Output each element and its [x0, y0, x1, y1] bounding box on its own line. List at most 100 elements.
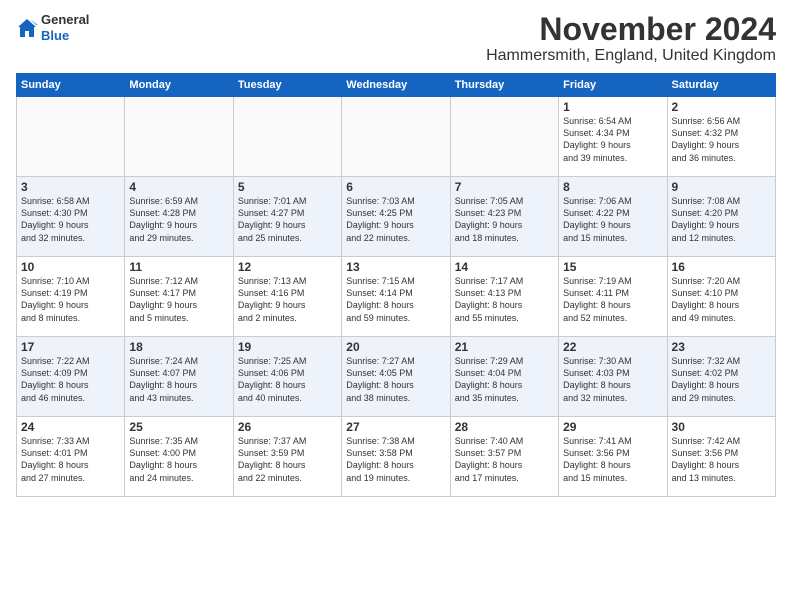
- day-number: 25: [129, 420, 228, 434]
- table-row: 27Sunrise: 7:38 AM Sunset: 3:58 PM Dayli…: [342, 417, 450, 497]
- day-number: 16: [672, 260, 771, 274]
- day-number: 17: [21, 340, 120, 354]
- header-monday: Monday: [125, 74, 233, 97]
- day-info: Sunrise: 7:03 AM Sunset: 4:25 PM Dayligh…: [346, 195, 445, 244]
- table-row: 13Sunrise: 7:15 AM Sunset: 4:14 PM Dayli…: [342, 257, 450, 337]
- logo: General Blue: [16, 12, 89, 43]
- day-number: 18: [129, 340, 228, 354]
- table-row: [125, 97, 233, 177]
- location-title: Hammersmith, England, United Kingdom: [486, 47, 776, 65]
- day-number: 11: [129, 260, 228, 274]
- header-thursday: Thursday: [450, 74, 558, 97]
- day-info: Sunrise: 7:06 AM Sunset: 4:22 PM Dayligh…: [563, 195, 662, 244]
- day-info: Sunrise: 7:30 AM Sunset: 4:03 PM Dayligh…: [563, 355, 662, 404]
- table-row: [342, 97, 450, 177]
- calendar-week-row: 17Sunrise: 7:22 AM Sunset: 4:09 PM Dayli…: [17, 337, 776, 417]
- table-row: 21Sunrise: 7:29 AM Sunset: 4:04 PM Dayli…: [450, 337, 558, 417]
- table-row: 2Sunrise: 6:56 AM Sunset: 4:32 PM Daylig…: [667, 97, 775, 177]
- day-number: 4: [129, 180, 228, 194]
- header: General Blue November 2024 Hammersmith, …: [16, 12, 776, 65]
- day-info: Sunrise: 7:19 AM Sunset: 4:11 PM Dayligh…: [563, 275, 662, 324]
- day-info: Sunrise: 7:38 AM Sunset: 3:58 PM Dayligh…: [346, 435, 445, 484]
- day-info: Sunrise: 7:32 AM Sunset: 4:02 PM Dayligh…: [672, 355, 771, 404]
- day-info: Sunrise: 7:08 AM Sunset: 4:20 PM Dayligh…: [672, 195, 771, 244]
- month-title: November 2024: [486, 12, 776, 47]
- header-saturday: Saturday: [667, 74, 775, 97]
- calendar-week-row: 24Sunrise: 7:33 AM Sunset: 4:01 PM Dayli…: [17, 417, 776, 497]
- table-row: 22Sunrise: 7:30 AM Sunset: 4:03 PM Dayli…: [559, 337, 667, 417]
- table-row: 11Sunrise: 7:12 AM Sunset: 4:17 PM Dayli…: [125, 257, 233, 337]
- table-row: 7Sunrise: 7:05 AM Sunset: 4:23 PM Daylig…: [450, 177, 558, 257]
- day-number: 8: [563, 180, 662, 194]
- day-number: 24: [21, 420, 120, 434]
- header-friday: Friday: [559, 74, 667, 97]
- calendar-week-row: 3Sunrise: 6:58 AM Sunset: 4:30 PM Daylig…: [17, 177, 776, 257]
- table-row: 18Sunrise: 7:24 AM Sunset: 4:07 PM Dayli…: [125, 337, 233, 417]
- table-row: 6Sunrise: 7:03 AM Sunset: 4:25 PM Daylig…: [342, 177, 450, 257]
- day-number: 21: [455, 340, 554, 354]
- day-number: 28: [455, 420, 554, 434]
- day-info: Sunrise: 7:33 AM Sunset: 4:01 PM Dayligh…: [21, 435, 120, 484]
- header-sunday: Sunday: [17, 74, 125, 97]
- day-info: Sunrise: 6:58 AM Sunset: 4:30 PM Dayligh…: [21, 195, 120, 244]
- day-info: Sunrise: 7:20 AM Sunset: 4:10 PM Dayligh…: [672, 275, 771, 324]
- day-info: Sunrise: 7:17 AM Sunset: 4:13 PM Dayligh…: [455, 275, 554, 324]
- day-info: Sunrise: 7:25 AM Sunset: 4:06 PM Dayligh…: [238, 355, 337, 404]
- table-row: 9Sunrise: 7:08 AM Sunset: 4:20 PM Daylig…: [667, 177, 775, 257]
- day-info: Sunrise: 7:42 AM Sunset: 3:56 PM Dayligh…: [672, 435, 771, 484]
- table-row: 10Sunrise: 7:10 AM Sunset: 4:19 PM Dayli…: [17, 257, 125, 337]
- day-info: Sunrise: 7:35 AM Sunset: 4:00 PM Dayligh…: [129, 435, 228, 484]
- table-row: 23Sunrise: 7:32 AM Sunset: 4:02 PM Dayli…: [667, 337, 775, 417]
- day-info: Sunrise: 7:01 AM Sunset: 4:27 PM Dayligh…: [238, 195, 337, 244]
- table-row: 3Sunrise: 6:58 AM Sunset: 4:30 PM Daylig…: [17, 177, 125, 257]
- table-row: 19Sunrise: 7:25 AM Sunset: 4:06 PM Dayli…: [233, 337, 341, 417]
- calendar-week-row: 1Sunrise: 6:54 AM Sunset: 4:34 PM Daylig…: [17, 97, 776, 177]
- calendar-table: Sunday Monday Tuesday Wednesday Thursday…: [16, 73, 776, 497]
- table-row: 30Sunrise: 7:42 AM Sunset: 3:56 PM Dayli…: [667, 417, 775, 497]
- day-info: Sunrise: 7:12 AM Sunset: 4:17 PM Dayligh…: [129, 275, 228, 324]
- day-number: 6: [346, 180, 445, 194]
- table-row: 25Sunrise: 7:35 AM Sunset: 4:00 PM Dayli…: [125, 417, 233, 497]
- day-number: 10: [21, 260, 120, 274]
- day-number: 26: [238, 420, 337, 434]
- calendar-week-row: 10Sunrise: 7:10 AM Sunset: 4:19 PM Dayli…: [17, 257, 776, 337]
- day-info: Sunrise: 7:24 AM Sunset: 4:07 PM Dayligh…: [129, 355, 228, 404]
- table-row: 24Sunrise: 7:33 AM Sunset: 4:01 PM Dayli…: [17, 417, 125, 497]
- day-info: Sunrise: 6:59 AM Sunset: 4:28 PM Dayligh…: [129, 195, 228, 244]
- day-number: 20: [346, 340, 445, 354]
- table-row: 4Sunrise: 6:59 AM Sunset: 4:28 PM Daylig…: [125, 177, 233, 257]
- table-row: 14Sunrise: 7:17 AM Sunset: 4:13 PM Dayli…: [450, 257, 558, 337]
- table-row: 17Sunrise: 7:22 AM Sunset: 4:09 PM Dayli…: [17, 337, 125, 417]
- logo-blue-text: Blue: [41, 28, 89, 44]
- day-number: 30: [672, 420, 771, 434]
- day-info: Sunrise: 6:54 AM Sunset: 4:34 PM Dayligh…: [563, 115, 662, 164]
- day-number: 13: [346, 260, 445, 274]
- day-number: 15: [563, 260, 662, 274]
- table-row: 26Sunrise: 7:37 AM Sunset: 3:59 PM Dayli…: [233, 417, 341, 497]
- day-info: Sunrise: 7:41 AM Sunset: 3:56 PM Dayligh…: [563, 435, 662, 484]
- weekday-header-row: Sunday Monday Tuesday Wednesday Thursday…: [17, 74, 776, 97]
- title-area: November 2024 Hammersmith, England, Unit…: [486, 12, 776, 65]
- table-row: 5Sunrise: 7:01 AM Sunset: 4:27 PM Daylig…: [233, 177, 341, 257]
- day-number: 5: [238, 180, 337, 194]
- day-number: 7: [455, 180, 554, 194]
- table-row: [233, 97, 341, 177]
- table-row: [450, 97, 558, 177]
- day-number: 22: [563, 340, 662, 354]
- day-info: Sunrise: 6:56 AM Sunset: 4:32 PM Dayligh…: [672, 115, 771, 164]
- day-number: 2: [672, 100, 771, 114]
- table-row: 28Sunrise: 7:40 AM Sunset: 3:57 PM Dayli…: [450, 417, 558, 497]
- day-info: Sunrise: 7:10 AM Sunset: 4:19 PM Dayligh…: [21, 275, 120, 324]
- day-number: 29: [563, 420, 662, 434]
- day-number: 1: [563, 100, 662, 114]
- day-number: 9: [672, 180, 771, 194]
- table-row: 29Sunrise: 7:41 AM Sunset: 3:56 PM Dayli…: [559, 417, 667, 497]
- day-number: 19: [238, 340, 337, 354]
- header-wednesday: Wednesday: [342, 74, 450, 97]
- day-number: 12: [238, 260, 337, 274]
- day-number: 3: [21, 180, 120, 194]
- day-info: Sunrise: 7:37 AM Sunset: 3:59 PM Dayligh…: [238, 435, 337, 484]
- header-tuesday: Tuesday: [233, 74, 341, 97]
- logo-general-text: General: [41, 12, 89, 28]
- day-info: Sunrise: 7:22 AM Sunset: 4:09 PM Dayligh…: [21, 355, 120, 404]
